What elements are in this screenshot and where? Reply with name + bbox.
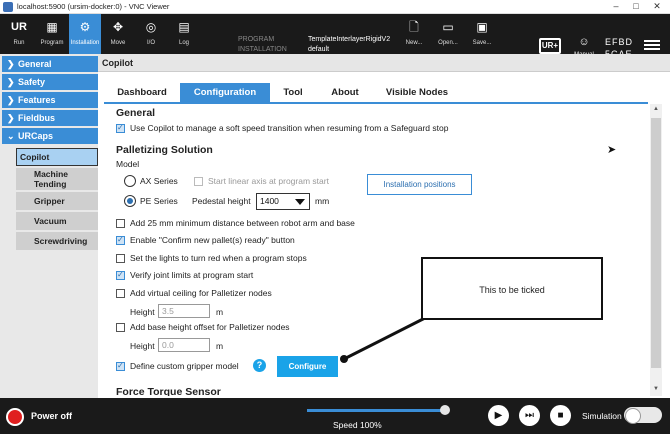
stop-icon: ■ xyxy=(557,410,564,421)
speed-slider[interactable] xyxy=(307,409,447,412)
step-icon: ⏭ xyxy=(525,410,534,421)
power-label: Power off xyxy=(31,411,73,421)
play-icon: ▶ xyxy=(494,410,503,421)
step-button[interactable]: ⏭ xyxy=(519,405,540,426)
speed-label: Speed 100% xyxy=(333,420,382,430)
bottom-status-bar: Power off Speed 100% ▶ ⏭ ■ Simulation xyxy=(0,398,670,434)
mouse-cursor-icon: ➤ xyxy=(607,144,617,156)
power-button[interactable] xyxy=(6,408,24,426)
speed-slider-handle[interactable] xyxy=(440,405,450,415)
play-button[interactable]: ▶ xyxy=(488,405,509,426)
simulation-toggle[interactable] xyxy=(624,407,662,424)
annotation-callout: This to be ticked xyxy=(421,257,603,320)
callout-arrow xyxy=(340,316,426,363)
simulation-label: Simulation xyxy=(582,411,622,421)
stop-button[interactable]: ■ xyxy=(550,405,571,426)
